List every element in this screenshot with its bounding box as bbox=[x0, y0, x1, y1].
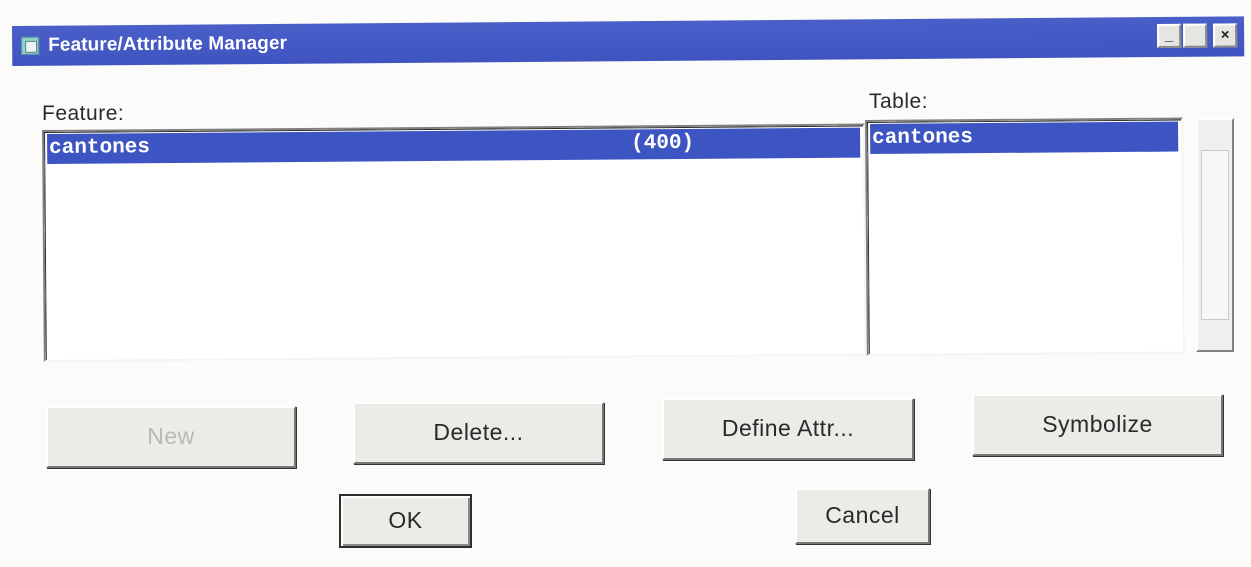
feature-attribute-manager-dialog: Feature/Attribute Manager _ × Feature: T… bbox=[12, 0, 1245, 567]
new-button[interactable]: New bbox=[46, 406, 296, 468]
feature-name: cantones bbox=[49, 136, 151, 160]
ok-button[interactable]: OK bbox=[339, 494, 472, 548]
minimize-button[interactable]: _ bbox=[1157, 23, 1182, 49]
scroll-thumb[interactable] bbox=[1201, 150, 1229, 320]
feature-list[interactable]: cantones (400) bbox=[42, 123, 867, 362]
feature-list-item[interactable]: cantones (400) bbox=[47, 127, 861, 164]
feature-count: (400) bbox=[631, 131, 695, 156]
table-list-item[interactable]: cantones bbox=[870, 121, 1179, 154]
cancel-button[interactable]: Cancel bbox=[795, 488, 930, 544]
table-scrollbar[interactable] bbox=[1196, 118, 1234, 352]
close-button[interactable]: × bbox=[1213, 23, 1238, 48]
maximize-button[interactable] bbox=[1183, 23, 1208, 48]
title-bar[interactable]: Feature/Attribute Manager _ × bbox=[12, 16, 1245, 66]
symbolize-button[interactable]: Symbolize bbox=[972, 394, 1223, 456]
window-title: Feature/Attribute Manager bbox=[48, 32, 288, 56]
table-list[interactable]: cantones bbox=[865, 117, 1185, 356]
define-attr-button[interactable]: Define Attr... bbox=[662, 398, 914, 460]
delete-button[interactable]: Delete... bbox=[353, 402, 604, 464]
table-name: cantones bbox=[872, 126, 974, 150]
feature-label: Feature: bbox=[42, 102, 125, 125]
app-icon bbox=[21, 36, 40, 55]
table-label: Table: bbox=[869, 90, 929, 113]
